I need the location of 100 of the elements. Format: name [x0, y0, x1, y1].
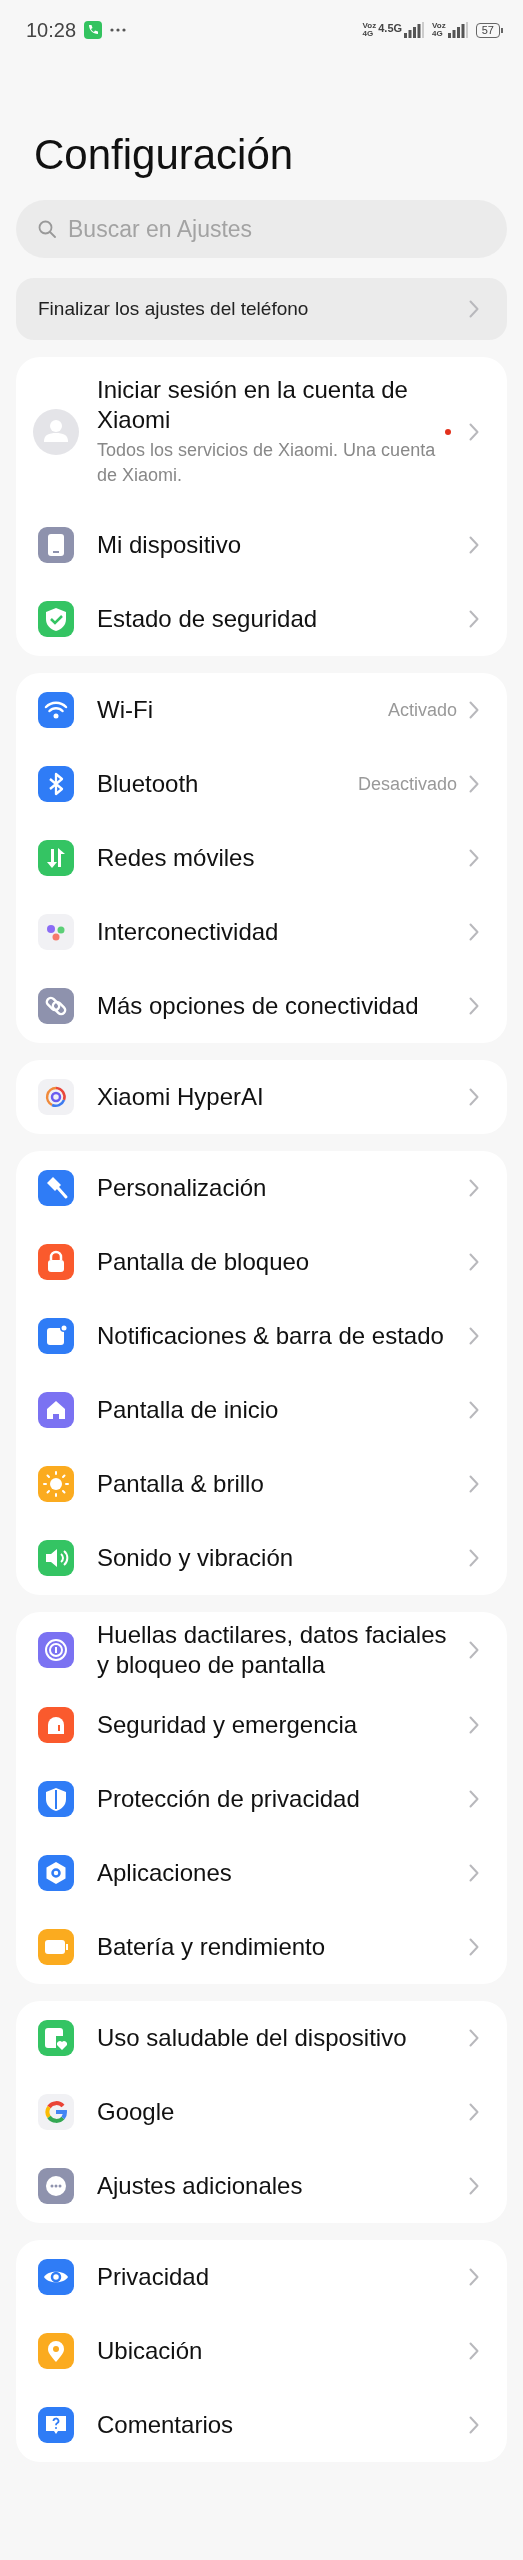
- settings-row[interactable]: Protección de privacidad: [16, 1762, 507, 1836]
- settings-row[interactable]: Pantalla & brillo: [16, 1447, 507, 1521]
- row-label: Estado de seguridad: [97, 604, 319, 634]
- brush-icon: [38, 1170, 74, 1206]
- chevron-icon: [469, 997, 479, 1015]
- settings-row[interactable]: Huellas dactilares, datos faciales y bloqueo de pantalla: [16, 1612, 507, 1688]
- chevron-icon: [469, 849, 479, 867]
- chevron-icon: [469, 2177, 479, 2195]
- row-label: Interconectividad: [97, 917, 280, 947]
- row-label: Huellas dactilares, datos faciales y bloqueo de pantalla: [97, 1620, 448, 1680]
- wifi-icon: [38, 692, 74, 728]
- shield-icon: [38, 1781, 74, 1817]
- network-type: 4G: [362, 30, 375, 38]
- chevron-icon: [469, 2103, 479, 2121]
- siren-icon: [38, 1707, 74, 1743]
- row-label: Pantalla & brillo: [97, 1469, 265, 1499]
- three-dots-icon: [38, 914, 74, 950]
- page-title: Configuración: [34, 130, 295, 180]
- eye-icon: [38, 2259, 74, 2295]
- row-label: Protección de privacidad: [97, 1784, 361, 1814]
- settings-row[interactable]: Personalización: [16, 1151, 507, 1225]
- chevron-icon: [469, 923, 479, 941]
- row-label: Mi dispositivo: [97, 530, 243, 560]
- settings-row[interactable]: Google: [16, 2075, 507, 2149]
- network-speed: 4.5G: [378, 22, 403, 34]
- sun-icon: [38, 1466, 74, 1502]
- row-label: Ubicación: [97, 2336, 204, 2366]
- settings-row[interactable]: Pantalla de inicio: [16, 1373, 507, 1447]
- chevron-icon: [469, 300, 479, 318]
- help-icon: [38, 2407, 74, 2443]
- g-logo-icon: [38, 2094, 74, 2130]
- settings-row[interactable]: Wi-Fi Activado: [16, 673, 507, 747]
- search-field[interactable]: Buscar en Ajustes: [16, 200, 507, 258]
- battery-indicator: 57: [475, 22, 503, 38]
- chevron-icon: [469, 775, 479, 793]
- chevron-icon: [469, 2029, 479, 2047]
- status-value: Desactivado: [357, 773, 457, 795]
- row-label: Redes móviles: [97, 843, 256, 873]
- arrows-icon: [38, 840, 74, 876]
- settings-row[interactable]: Redes móviles: [16, 821, 507, 895]
- chevron-icon: [469, 1327, 479, 1345]
- ellipsis-icon: [38, 2168, 74, 2204]
- chevron-icon: [469, 1549, 479, 1567]
- row-label: Pantalla de bloqueo: [97, 1247, 311, 1277]
- row-label: Wi-Fi: [97, 695, 154, 725]
- settings-row[interactable]: Seguridad y emergencia: [16, 1688, 507, 1762]
- bluetooth-icon: [38, 766, 74, 802]
- setup-banner[interactable]: Finalizar los ajustes del teléfono: [16, 278, 507, 340]
- spiral-icon: [38, 1079, 74, 1115]
- search-icon: [38, 220, 56, 238]
- chevron-icon: [469, 422, 479, 441]
- chevron-icon: [469, 1641, 479, 1659]
- settings-row[interactable]: Sonido y vibración: [16, 1521, 507, 1595]
- row-label: Batería y rendimiento: [97, 1932, 327, 1962]
- avatar-icon: [33, 408, 79, 455]
- settings-row[interactable]: Aplicaciones: [16, 1836, 507, 1910]
- settings-row[interactable]: Comentarios: [16, 2388, 507, 2462]
- settings-row[interactable]: Ajustes adicionales: [16, 2149, 507, 2223]
- account-row[interactable]: Iniciar sesión en la cuenta de Xiaomi Todos los servicios de Xiaomi. Una cuenta de Xiaomi.: [16, 357, 507, 508]
- lock-icon: [38, 1244, 74, 1280]
- settings-row[interactable]: Privacidad: [16, 2240, 507, 2314]
- settings-row[interactable]: Notificaciones & barra de estado: [16, 1299, 507, 1373]
- row-description: Todos los servicios de Xiaomi. Una cuenta de Xiaomi.: [97, 439, 437, 487]
- chevron-icon: [469, 1401, 479, 1419]
- row-label: Iniciar sesión en la cuenta de Xiaomi: [97, 375, 409, 435]
- shield-check-icon: [38, 601, 74, 637]
- row-label: Bluetooth: [97, 769, 200, 799]
- row-label: Aplicaciones: [97, 1858, 233, 1888]
- settings-row[interactable]: Ubicación: [16, 2314, 507, 2388]
- speaker-icon: [38, 1540, 74, 1576]
- settings-row[interactable]: Bluetooth Desactivado: [16, 747, 507, 821]
- phone-call-icon: [84, 21, 103, 39]
- network-label: Voz: [362, 22, 377, 30]
- status-value: Activado: [387, 699, 457, 721]
- settings-row[interactable]: Uso saludable del dispositivo: [16, 2001, 507, 2075]
- heart-phone-icon: [38, 2020, 74, 2056]
- battery-icon: [38, 1929, 74, 1965]
- clock: 10:28: [26, 18, 77, 42]
- row-label: Personalización: [97, 1173, 268, 1203]
- row-label: Xiaomi HyperAI: [97, 1082, 265, 1112]
- settings-row[interactable]: Xiaomi HyperAI: [16, 1060, 507, 1134]
- row-label: Comentarios: [97, 2410, 235, 2440]
- signal-icon: [447, 22, 468, 38]
- settings-row[interactable]: Interconectividad: [16, 895, 507, 969]
- row-label: Ajustes adicionales: [97, 2171, 304, 2201]
- row-label: Pantalla de inicio: [97, 1395, 280, 1425]
- chevron-icon: [469, 1864, 479, 1882]
- settings-row[interactable]: Batería y rendimiento: [16, 1910, 507, 1984]
- settings-row[interactable]: Pantalla de bloqueo: [16, 1225, 507, 1299]
- chevron-icon: [469, 1253, 479, 1271]
- network-label: Voz: [432, 22, 446, 30]
- location-pin-icon: [38, 2333, 74, 2369]
- settings-row[interactable]: Mi dispositivo: [16, 508, 507, 582]
- settings-row[interactable]: Más opciones de conectividad: [16, 969, 507, 1043]
- row-label: Privacidad: [97, 2262, 211, 2292]
- chevron-icon: [469, 1088, 479, 1106]
- home-icon: [38, 1392, 74, 1428]
- chevron-icon: [469, 1179, 479, 1197]
- row-label: Sonido y vibración: [97, 1543, 295, 1573]
- settings-row[interactable]: Estado de seguridad: [16, 582, 507, 656]
